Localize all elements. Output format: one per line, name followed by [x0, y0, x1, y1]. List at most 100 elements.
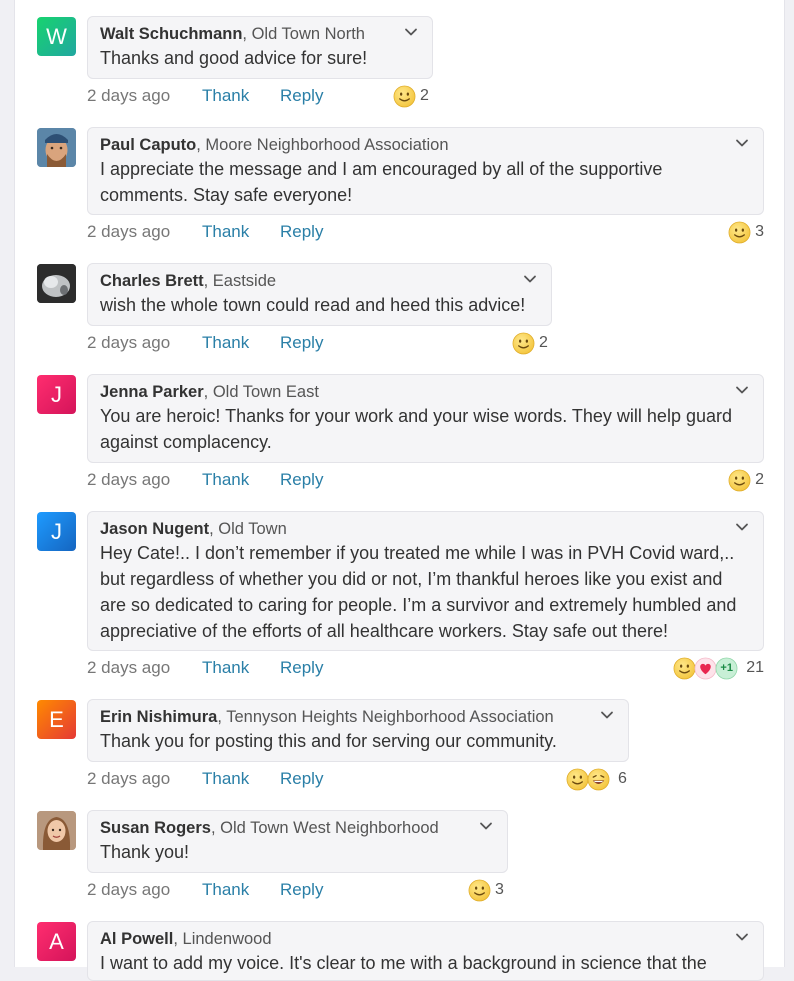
author-neighborhood: , Moore Neighborhood Association — [196, 136, 449, 154]
author-neighborhood: , Old Town East — [203, 383, 319, 401]
chevron-down-icon[interactable] — [735, 522, 749, 532]
avatar-initial: A — [49, 928, 64, 954]
chevron-down-icon[interactable] — [735, 385, 749, 395]
chevron-down-icon[interactable] — [735, 932, 749, 942]
reply-button[interactable]: Reply — [280, 220, 323, 244]
reply-button[interactable]: Reply — [280, 656, 323, 680]
chevron-down-icon[interactable] — [523, 274, 537, 284]
smile-emoji-icon — [728, 221, 751, 244]
comment-header: Jenna Parker, Old Town East — [100, 381, 751, 403]
author-neighborhood: , Lindenwood — [173, 930, 272, 948]
smile-emoji-icon — [468, 879, 491, 902]
comment-header: Jason Nugent, Old Town — [100, 518, 751, 540]
avatar[interactable]: E — [37, 700, 76, 739]
comment-bubble: Al Powell, Lindenwood I want to add my v… — [87, 921, 764, 981]
avatar-initial: W — [46, 23, 67, 49]
reactions[interactable]: 2 — [512, 331, 548, 355]
timestamp: 2 days ago — [87, 470, 171, 489]
avatar[interactable] — [37, 264, 76, 303]
reactions[interactable]: 6 — [566, 767, 627, 791]
comment-feed: W Walt Schuchmann, Old Town North Thanks… — [14, 0, 785, 981]
author-name[interactable]: Charles Brett — [100, 272, 204, 290]
avatar[interactable]: J — [37, 512, 76, 551]
avatar[interactable]: J — [37, 375, 76, 414]
avatar-photo — [37, 128, 76, 167]
reaction-count: 2 — [420, 87, 429, 104]
chevron-down-icon[interactable] — [735, 138, 749, 148]
comment-bubble: Paul Caputo, Moore Neighborhood Associat… — [87, 127, 764, 215]
thank-button[interactable]: Thank — [202, 220, 249, 244]
reaction-count: 21 — [746, 659, 764, 676]
reaction-count: 2 — [755, 471, 764, 488]
comment-text: I appreciate the message and I am encour… — [100, 159, 663, 205]
thank-button[interactable]: Thank — [202, 331, 249, 355]
chevron-down-icon[interactable] — [600, 710, 614, 720]
avatar-initial: J — [51, 518, 62, 544]
heart-emoji-icon — [694, 657, 717, 680]
timestamp: 2 days ago — [87, 658, 171, 677]
avatar[interactable]: W — [37, 17, 76, 56]
thank-button[interactable]: Thank — [202, 84, 249, 108]
avatar-photo — [37, 811, 76, 850]
author-name[interactable]: Erin Nishimura — [100, 708, 217, 726]
plus-one-emoji-icon: +1 — [715, 657, 738, 680]
smile-emoji-icon — [673, 657, 696, 680]
timestamp: 2 days ago — [87, 769, 171, 788]
avatar-initial: E — [49, 706, 64, 732]
timestamp: 2 days ago — [87, 333, 171, 352]
reply-button[interactable]: Reply — [280, 767, 323, 791]
reactions[interactable]: 3 — [728, 220, 764, 244]
comment-actions: 2 days ago Thank Reply 2 — [87, 468, 764, 492]
comment-text: Thanks and good advice for sure! — [100, 48, 368, 68]
reply-button[interactable]: Reply — [280, 84, 323, 108]
comment-text: You are heroic! Thanks for your work and… — [100, 406, 732, 452]
avatar[interactable] — [37, 128, 76, 167]
timestamp: 2 days ago — [87, 222, 171, 241]
thank-button[interactable]: Thank — [202, 878, 249, 902]
comment-header: Walt Schuchmann, Old Town North — [100, 23, 420, 45]
avatar[interactable]: A — [37, 922, 76, 961]
comment-actions: 2 days ago Thank Reply 2 — [87, 331, 552, 355]
thank-button[interactable]: Thank — [202, 767, 249, 791]
author-name[interactable]: Jason Nugent — [100, 520, 209, 538]
comment-text: Thank you for posting this and for servi… — [100, 731, 557, 751]
reactions[interactable]: +1 21 — [673, 656, 764, 680]
reaction-count: 3 — [755, 223, 764, 240]
comment-header: Erin Nishimura, Tennyson Heights Neighbo… — [100, 706, 616, 728]
chevron-down-icon[interactable] — [404, 27, 418, 37]
author-name[interactable]: Al Powell — [100, 930, 173, 948]
comment-header: Paul Caputo, Moore Neighborhood Associat… — [100, 134, 751, 156]
reactions[interactable]: 2 — [728, 468, 764, 492]
comment-actions: 2 days ago Thank Reply 2 — [87, 84, 433, 108]
timestamp: 2 days ago — [87, 880, 171, 899]
smile-emoji-icon — [728, 469, 751, 492]
comment-actions: 2 days ago Thank Reply +1 21 — [87, 656, 764, 680]
reply-button[interactable]: Reply — [280, 878, 323, 902]
plus-one-label: +1 — [720, 661, 733, 674]
reaction-count: 2 — [539, 334, 548, 351]
thank-button[interactable]: Thank — [202, 468, 249, 492]
reply-button[interactable]: Reply — [280, 331, 323, 355]
author-name[interactable]: Jenna Parker — [100, 383, 204, 401]
author-neighborhood: , Eastside — [203, 272, 277, 290]
reply-button[interactable]: Reply — [280, 468, 323, 492]
smile-emoji-icon — [512, 332, 535, 355]
comment-bubble: Jason Nugent, Old Town Hey Cate!.. I don… — [87, 511, 764, 651]
author-name[interactable]: Susan Rogers — [100, 819, 211, 837]
comment-header: Charles Brett, Eastside — [100, 270, 539, 292]
reactions[interactable]: 3 — [468, 878, 504, 902]
avatar[interactable] — [37, 811, 76, 850]
avatar-initial: J — [51, 381, 62, 407]
author-neighborhood: , Old Town North — [242, 25, 365, 43]
laugh-emoji-icon — [587, 768, 610, 791]
reactions[interactable]: 2 — [393, 84, 429, 108]
comment-actions: 2 days ago Thank Reply 3 — [87, 878, 508, 902]
thank-button[interactable]: Thank — [202, 656, 249, 680]
author-name[interactable]: Walt Schuchmann — [100, 25, 242, 43]
comment-bubble: Charles Brett, Eastside wish the whole t… — [87, 263, 552, 326]
chevron-down-icon[interactable] — [479, 821, 493, 831]
comment-text: Thank you! — [100, 842, 190, 862]
smile-emoji-icon — [393, 85, 416, 108]
comment-header: Al Powell, Lindenwood — [100, 928, 751, 950]
author-name[interactable]: Paul Caputo — [100, 136, 196, 154]
